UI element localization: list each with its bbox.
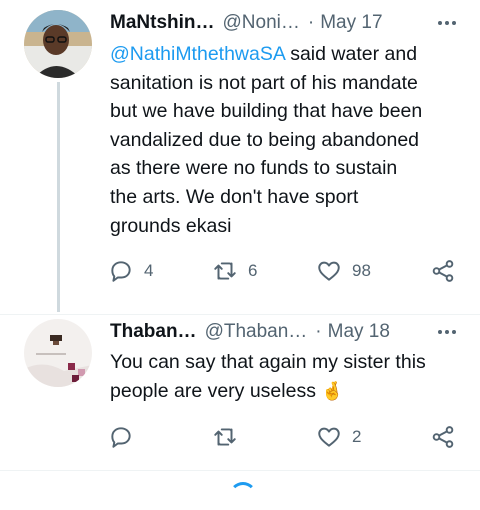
share-button[interactable] — [430, 422, 456, 452]
reply-count: 4 — [144, 261, 154, 280]
action-bar: 4 6 98 — [108, 256, 458, 286]
separator: · — [307, 12, 315, 33]
tweet-date[interactable]: May 18 — [328, 319, 390, 345]
reply-icon — [111, 427, 131, 448]
retweet-button[interactable] — [212, 422, 248, 452]
separator: · — [315, 321, 322, 342]
text-line: sanitation is not part of his mandate — [110, 71, 418, 94]
display-name[interactable]: MaNtshin… — [110, 10, 215, 36]
avatar[interactable] — [24, 10, 92, 78]
mention-link[interactable]: @NathiMthethwaSA — [110, 43, 285, 65]
loading-spinner — [229, 482, 257, 510]
retweet-icon — [214, 428, 236, 446]
avatar[interactable] — [24, 319, 92, 387]
tweet-text: @NathiMthethwaSA said water and sanitati… — [110, 40, 460, 240]
text-line: vandalized due to being abandoned — [110, 128, 420, 151]
tweet-2[interactable]: Thaban… @Thaban… · May 18 You can say th… — [0, 315, 480, 470]
text-line: as there were no funds to sustain — [110, 157, 398, 180]
more-icon[interactable] — [438, 319, 456, 345]
text-line: You can say that again my sister this — [110, 351, 426, 373]
like-button[interactable]: 98 — [316, 256, 371, 286]
reply-button[interactable]: 4 — [108, 256, 153, 286]
user-handle[interactable]: @Noni… — [223, 10, 300, 36]
share-button[interactable] — [430, 256, 456, 286]
share-icon — [432, 426, 454, 448]
crossed-fingers-emoji: 🤞 — [321, 380, 344, 401]
thread-line — [57, 82, 60, 312]
share-icon — [432, 260, 454, 282]
reply-icon — [111, 261, 131, 282]
divider — [0, 470, 480, 471]
more-icon[interactable] — [438, 10, 456, 36]
tweet-header: MaNtshin… @Noni… · May 17 — [110, 10, 460, 36]
tweet-header: Thaban… @Thaban… · May 18 — [110, 319, 460, 345]
text-line: people are very useless — [110, 379, 322, 402]
text-line: but we have building that have been — [110, 100, 423, 123]
like-count: 98 — [352, 261, 371, 280]
display-name[interactable]: Thaban… — [110, 319, 197, 345]
tweet-date[interactable]: May 17 — [320, 10, 382, 36]
like-icon — [318, 427, 340, 447]
like-count: 2 — [352, 427, 362, 446]
retweet-icon — [214, 262, 236, 280]
text-line: grounds ekasi — [110, 214, 232, 237]
text-line: the arts. We don't have sport — [110, 185, 359, 208]
reply-button[interactable] — [108, 422, 144, 452]
tweet-1[interactable]: MaNtshin… @Noni… · May 17 @NathiMthethwa… — [0, 0, 480, 315]
tweet-text: You can say that again my sister this pe… — [110, 348, 460, 405]
retweet-count: 6 — [248, 261, 258, 280]
action-bar: 2 — [108, 422, 458, 452]
like-button[interactable]: 2 — [316, 422, 361, 452]
like-icon — [318, 261, 340, 281]
text-line: said water and — [284, 43, 418, 65]
user-handle[interactable]: @Thaban… — [205, 319, 308, 345]
retweet-button[interactable]: 6 — [212, 256, 257, 286]
